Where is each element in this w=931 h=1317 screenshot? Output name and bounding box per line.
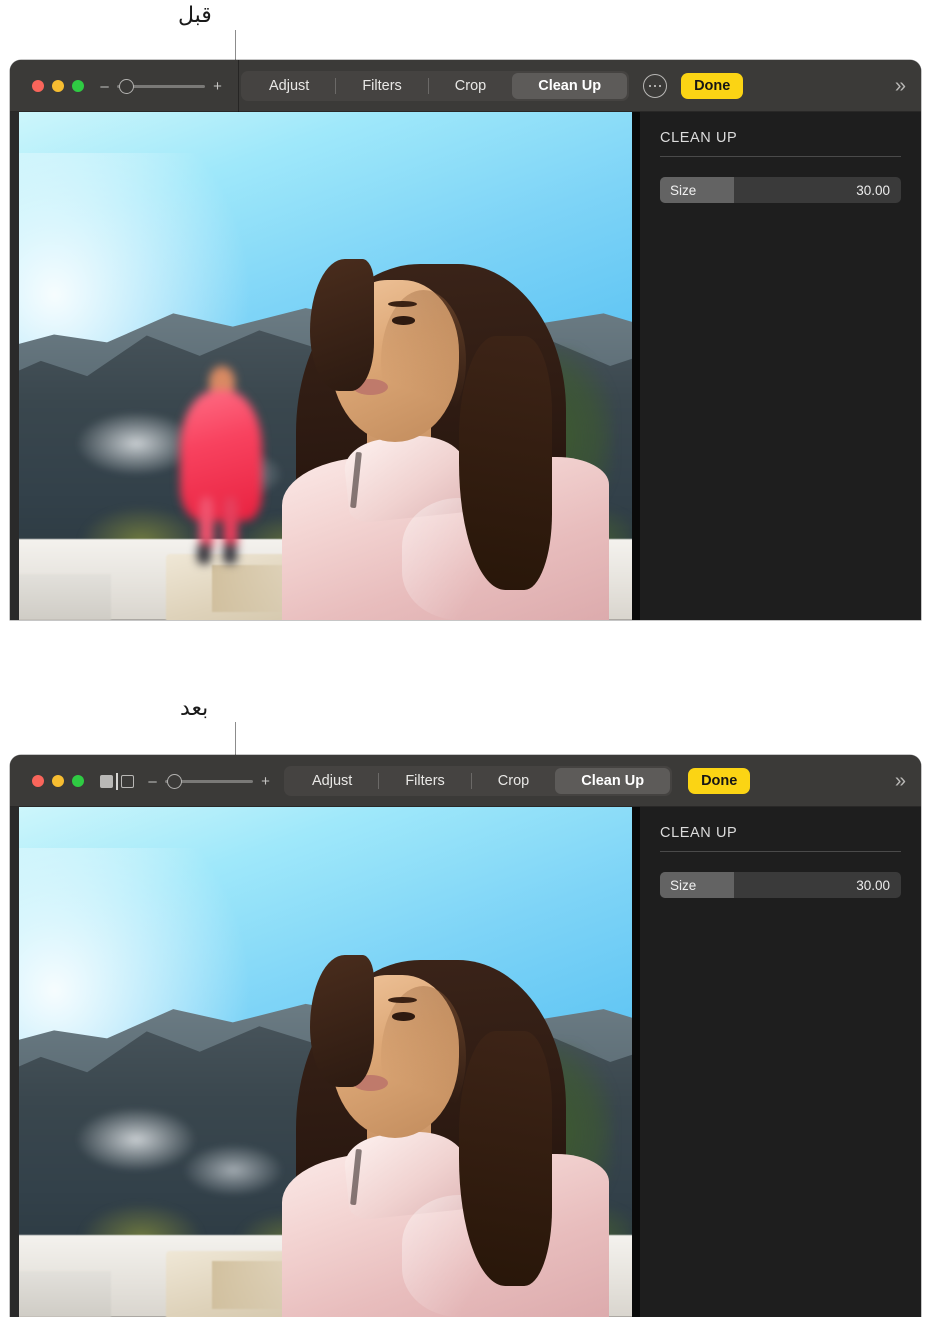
tab-crop[interactable]: Crop — [472, 768, 555, 794]
zoom-slider-track[interactable] — [117, 78, 205, 94]
size-slider-row[interactable]: Size 30.00 — [660, 872, 901, 898]
tab-adjust[interactable]: Adjust — [243, 73, 335, 99]
close-button[interactable] — [32, 775, 44, 787]
toolbar-before: – + Adjust Filters Crop Clean Up Done » — [10, 60, 921, 112]
toolbar-after: – + Adjust Filters Crop Clean Up Done » — [10, 755, 921, 807]
window-body-after: CLEAN UP Size 30.00 — [10, 807, 921, 1317]
edit-mode-tabs-before[interactable]: Adjust Filters Crop Clean Up — [241, 71, 630, 101]
face-shadow — [381, 289, 467, 433]
inspector-rule — [660, 851, 901, 852]
size-value[interactable]: 30.00 — [856, 183, 901, 198]
chevron-double-right-icon[interactable]: » — [895, 76, 906, 96]
photos-editor-window-before: – + Adjust Filters Crop Clean Up Done » — [10, 60, 921, 620]
tab-adjust[interactable]: Adjust — [286, 768, 378, 794]
inspector-panel-before: CLEAN UP Size 30.00 — [640, 112, 921, 620]
close-button[interactable] — [32, 80, 44, 92]
hair-front — [310, 954, 374, 1088]
stone-wall-left-block — [19, 574, 111, 620]
inspector-rule — [660, 156, 901, 157]
maximize-button[interactable] — [72, 80, 84, 92]
ellipsis-dot — [658, 84, 662, 88]
edit-mode-tabs-after[interactable]: Adjust Filters Crop Clean Up — [284, 766, 673, 796]
eye — [391, 1012, 415, 1021]
hair-strand — [459, 1031, 552, 1287]
compare-divider-bar — [116, 772, 118, 790]
person-in-pink-outfit — [178, 366, 264, 565]
minimize-button[interactable] — [52, 80, 64, 92]
face-shadow — [381, 985, 467, 1129]
pink-figure-shoe — [222, 544, 237, 565]
ellipsis-dot — [648, 84, 652, 88]
eyebrow — [388, 996, 417, 1003]
tab-filters[interactable]: Filters — [379, 768, 470, 794]
compare-before-after-icon[interactable] — [100, 772, 134, 790]
compare-outline-square — [121, 774, 134, 788]
photo-scene — [19, 807, 632, 1317]
ellipsis-circle-icon[interactable] — [643, 74, 668, 98]
tab-clean-up[interactable]: Clean Up — [512, 73, 628, 99]
pane-divider — [632, 112, 640, 620]
callout-label-after: بعد — [180, 696, 209, 721]
size-label: Size — [660, 177, 734, 203]
size-label: Size — [660, 872, 734, 898]
compare-filled-square — [100, 774, 113, 788]
chevron-double-right-icon[interactable]: » — [895, 771, 906, 791]
inspector-title: CLEAN UP — [660, 825, 738, 841]
zoom-slider-track[interactable] — [165, 773, 253, 789]
size-slider-row[interactable]: Size 30.00 — [660, 177, 901, 203]
eyebrow — [388, 300, 417, 308]
callout-label-before: قبل — [178, 3, 212, 28]
zoom-out-icon[interactable]: – — [148, 774, 157, 789]
woman-subject — [274, 112, 630, 620]
zoom-in-icon[interactable]: + — [213, 79, 222, 94]
zoom-in-icon[interactable]: + — [261, 774, 270, 789]
maximize-button[interactable] — [72, 775, 84, 787]
pink-figure-body — [180, 389, 263, 521]
pink-figure-shoe — [197, 544, 211, 565]
photo-scene — [19, 112, 632, 620]
tab-filters[interactable]: Filters — [336, 73, 427, 99]
eye — [391, 316, 415, 325]
zoom-slider-control[interactable]: – + — [100, 78, 222, 94]
zoom-slider-knob[interactable] — [167, 773, 182, 789]
traffic-light-group — [32, 80, 84, 92]
photo-canvas-before[interactable] — [10, 112, 632, 620]
size-value[interactable]: 30.00 — [856, 878, 901, 893]
zoom-slider-knob[interactable] — [119, 78, 134, 94]
tab-crop[interactable]: Crop — [429, 73, 512, 99]
hair-strand — [459, 335, 552, 590]
minimize-button[interactable] — [52, 775, 64, 787]
stone-wall-left-block — [19, 1271, 111, 1317]
photo-canvas-after[interactable] — [10, 807, 632, 1317]
tab-clean-up[interactable]: Clean Up — [555, 768, 671, 794]
ellipsis-dot — [653, 84, 657, 88]
hair-front — [310, 259, 374, 392]
inspector-panel-after: CLEAN UP Size 30.00 — [640, 807, 921, 1317]
zoom-slider-control[interactable]: – + — [148, 773, 270, 789]
window-body-before: CLEAN UP Size 30.00 — [10, 112, 921, 620]
done-button[interactable]: Done — [681, 72, 744, 100]
inspector-title: CLEAN UP — [660, 130, 738, 146]
photos-editor-window-after: – + Adjust Filters Crop Clean Up Done » — [10, 755, 921, 1317]
toolbar-separator — [238, 60, 239, 112]
done-button[interactable]: Done — [688, 767, 751, 795]
woman-subject — [274, 807, 630, 1317]
traffic-light-group — [32, 775, 84, 787]
pane-divider — [632, 807, 640, 1317]
zoom-out-icon[interactable]: – — [100, 79, 109, 94]
